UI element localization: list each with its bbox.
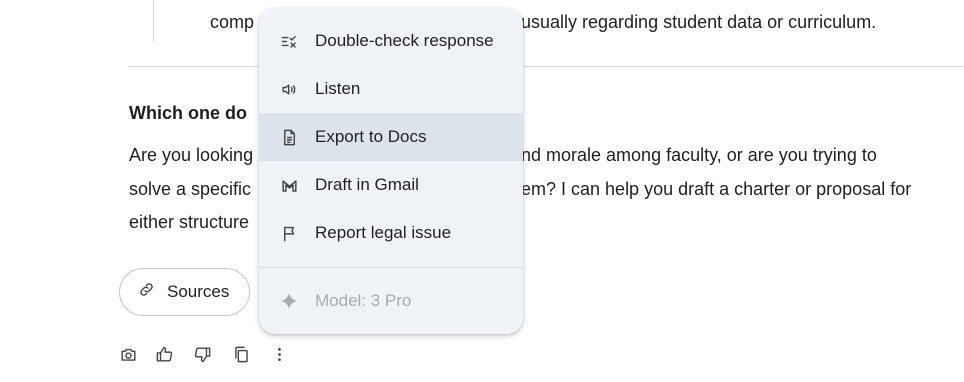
- menu-divider: [259, 267, 523, 268]
- copy-icon[interactable]: [230, 343, 252, 365]
- response-options-menu: Double-check response Listen Export to D…: [259, 8, 523, 334]
- model-indicator: Model: 3 Pro: [259, 277, 523, 325]
- thumbs-down-icon[interactable]: [191, 343, 213, 365]
- menu-item-label: Double-check response: [315, 31, 494, 50]
- docs-icon: [279, 127, 299, 147]
- section-heading: Which one do: [129, 103, 247, 123]
- menu-item-export-to-docs[interactable]: Export to Docs: [259, 113, 523, 161]
- camera-icon[interactable]: [117, 343, 139, 365]
- menu-item-draft-in-gmail[interactable]: Draft in Gmail: [259, 161, 523, 209]
- paragraph-line-1-right: nd morale among faculty, or are you tryi…: [521, 145, 877, 165]
- menu-item-label: Draft in Gmail: [315, 175, 419, 194]
- paragraph-line-2-left: solve a specific: [129, 179, 252, 199]
- top-line-left-text: comp: [210, 12, 255, 32]
- quote-bar: [153, 0, 154, 42]
- menu-item-report-legal-issue[interactable]: Report legal issue: [259, 209, 523, 257]
- menu-item-label: Export to Docs: [315, 127, 427, 146]
- menu-item-double-check[interactable]: Double-check response: [259, 17, 523, 65]
- menu-item-label: Report legal issue: [315, 223, 452, 242]
- speaker-icon: [279, 79, 299, 99]
- top-line-right-text: usually regarding student data or curric…: [521, 12, 877, 32]
- sparkle-icon: [279, 291, 299, 311]
- gmail-icon: [279, 175, 299, 195]
- paragraph-line-2-right: em? I can help you draft a charter or pr…: [521, 179, 912, 199]
- flag-icon: [279, 223, 299, 243]
- paragraph-line-3-left: either structure: [129, 212, 250, 232]
- model-label: Model: 3 Pro: [315, 291, 412, 310]
- more-vert-icon[interactable]: [268, 343, 290, 365]
- paragraph-line-1-left: Are you looking: [129, 145, 254, 165]
- link-icon: [138, 281, 155, 303]
- section-divider: [128, 66, 964, 67]
- menu-item-label: Listen: [315, 79, 361, 98]
- sources-button[interactable]: Sources: [119, 268, 250, 316]
- menu-item-listen[interactable]: Listen: [259, 65, 523, 113]
- thumbs-up-icon[interactable]: [153, 343, 175, 365]
- sources-label: Sources: [167, 282, 230, 301]
- double-check-icon: [279, 31, 299, 51]
